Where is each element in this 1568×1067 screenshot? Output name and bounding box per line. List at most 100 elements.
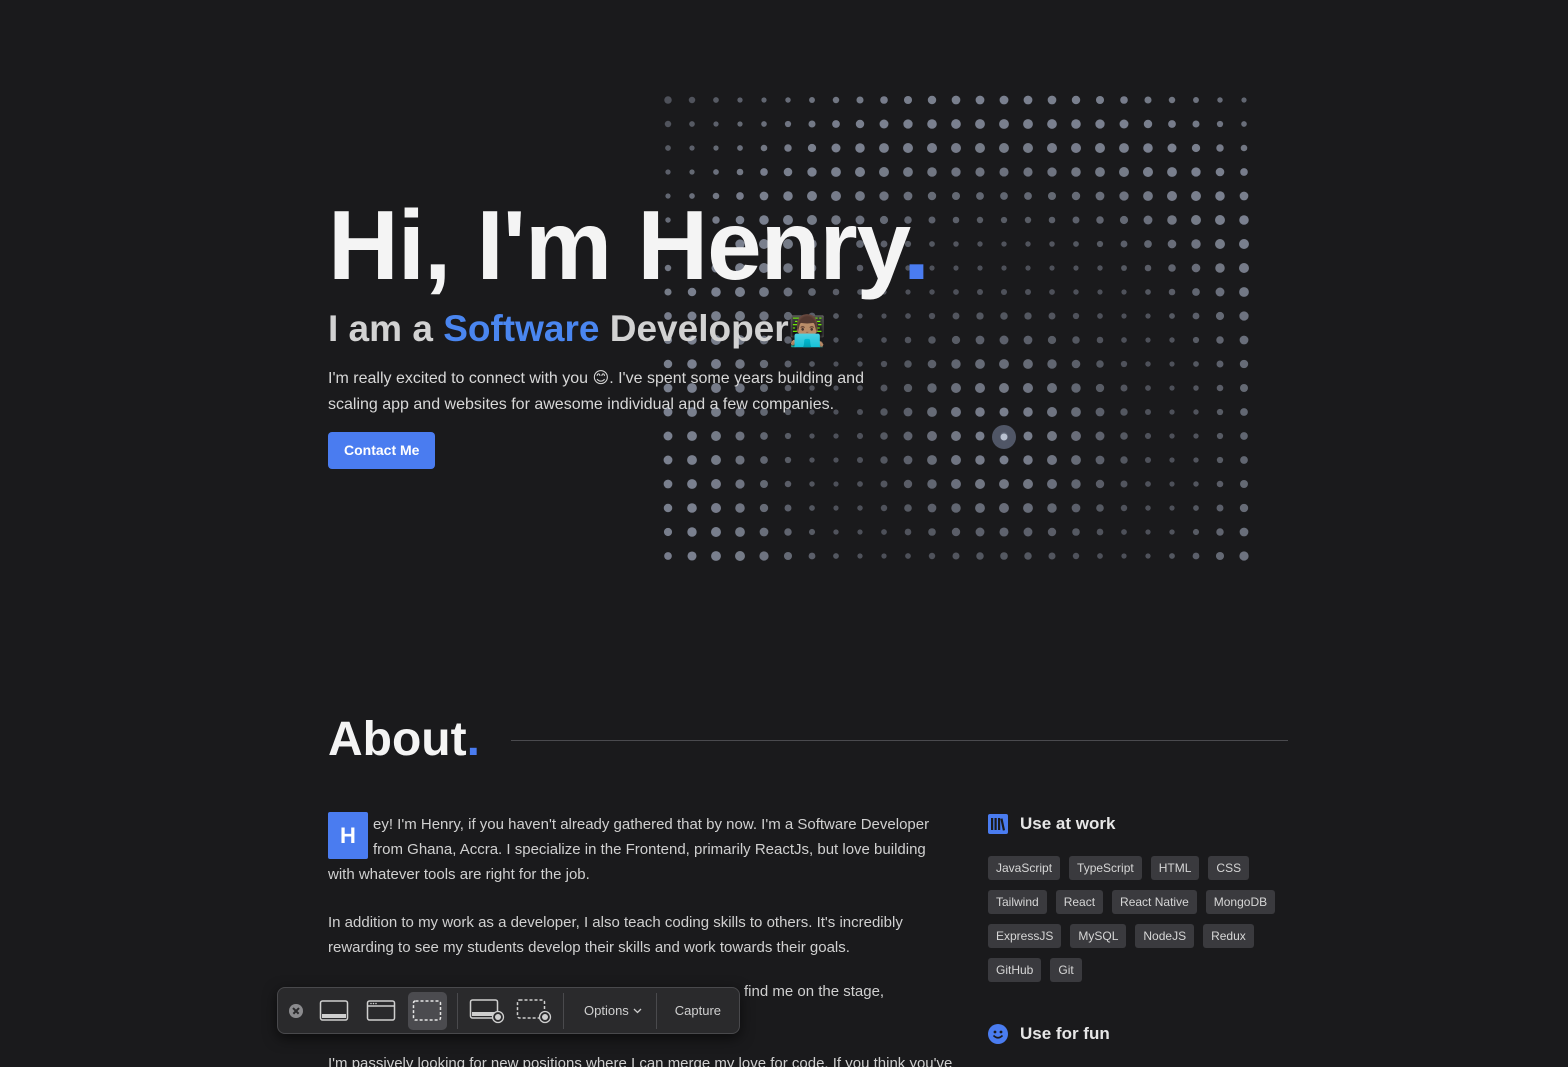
- grid-dot: [1023, 527, 1033, 537]
- dropcap: H: [328, 812, 368, 859]
- grid-dot: [1071, 407, 1081, 417]
- grid-dot: [809, 481, 815, 487]
- capture-selection-button[interactable]: [407, 991, 447, 1030]
- capture-entire-screen-button[interactable]: [315, 992, 354, 1030]
- grid-dot: [1049, 289, 1055, 295]
- grid-dot: [1216, 408, 1224, 416]
- record-selection-button[interactable]: [514, 992, 553, 1030]
- smile-icon: [988, 1024, 1008, 1044]
- capture-window-button[interactable]: [361, 992, 400, 1030]
- grid-dot: [713, 121, 719, 127]
- grid-dot: [663, 527, 673, 537]
- grid-dot: [1239, 527, 1249, 537]
- grid-dot: [1240, 384, 1248, 392]
- grid-dot: [975, 167, 985, 177]
- contact-me-button[interactable]: Contact Me: [328, 432, 436, 469]
- grid-dot: [1143, 191, 1153, 201]
- options-dropdown[interactable]: Options: [570, 1003, 656, 1018]
- record-screen-button[interactable]: [468, 992, 507, 1030]
- grid-dot: [759, 503, 769, 513]
- grid-dot: [1240, 408, 1248, 416]
- grid-dot: [1145, 529, 1151, 535]
- grid-dot: [975, 95, 985, 105]
- hero-description: I'm really excited to connect with you 😊…: [328, 365, 888, 418]
- grid-dot: [737, 97, 743, 103]
- grid-dot: [975, 119, 985, 129]
- grid-dot: [951, 527, 961, 537]
- about-title: About.: [328, 712, 480, 768]
- grid-dot: [663, 479, 673, 489]
- grid-dot: [904, 528, 912, 536]
- grid-dot: [1120, 432, 1128, 440]
- fun-tools-heading-text: Use for fun: [1020, 1024, 1110, 1043]
- grid-dot: [1073, 289, 1079, 295]
- grid-dot: [1023, 143, 1033, 153]
- hero-section: Hi, I'm Henry. I am a Software Developer…: [328, 190, 1048, 469]
- tool-chip: HTML: [1150, 856, 1200, 880]
- grid-dot: [808, 120, 816, 128]
- grid-dot: [1193, 481, 1199, 487]
- grid-dot: [975, 503, 985, 513]
- grid-dot: [1120, 384, 1128, 392]
- grid-dot: [808, 552, 816, 560]
- grid-dot: [1071, 167, 1081, 177]
- grid-dot: [688, 96, 696, 104]
- hero-title-text: Hi, I'm Henry: [328, 190, 904, 300]
- grid-dot: [1191, 167, 1201, 177]
- grid-dot: [1048, 216, 1056, 224]
- grid-dot: [1143, 143, 1153, 153]
- grid-dot: [951, 479, 961, 489]
- grid-dot: [1023, 167, 1033, 177]
- grid-dot: [735, 503, 745, 513]
- close-icon[interactable]: [289, 1003, 303, 1018]
- grid-dot: [1120, 240, 1128, 248]
- grid-dot: [664, 552, 672, 560]
- grid-dot: [1121, 553, 1127, 559]
- grid-dot: [1191, 239, 1201, 249]
- grid-dot: [1097, 313, 1103, 319]
- about-header: About.: [328, 712, 1288, 772]
- grid-dot: [928, 552, 936, 560]
- grid-dot: [665, 169, 671, 175]
- grid-dot: [759, 527, 769, 537]
- grid-dot: [1143, 167, 1153, 177]
- hero-subtitle: I am a Software Developer👨🏽‍💻: [328, 304, 1048, 357]
- grid-dot: [1143, 215, 1153, 225]
- toolbar-separator: [563, 992, 564, 1029]
- grid-dot: [711, 479, 721, 489]
- grid-dot: [1095, 143, 1105, 153]
- grid-dot: [975, 479, 985, 489]
- capture-button[interactable]: Capture: [657, 1003, 739, 1018]
- grid-dot: [1167, 191, 1177, 201]
- grid-dot: [1049, 265, 1055, 271]
- grid-dot: [761, 97, 767, 103]
- subtitle-suffix: Developer: [609, 308, 789, 349]
- grid-dot: [1145, 289, 1151, 295]
- grid-dot: [1049, 241, 1055, 247]
- grid-dot: [1073, 241, 1079, 247]
- tool-chip: React: [1055, 890, 1104, 914]
- grid-dot: [1239, 287, 1249, 297]
- grid-dot: [880, 480, 888, 488]
- grid-dot: [1215, 215, 1225, 225]
- tool-chip: Git: [1050, 958, 1082, 982]
- about-paragraph-3-visible: find me on the stage,: [744, 983, 885, 1000]
- grid-dot: [1047, 431, 1057, 441]
- grid-dot: [808, 528, 816, 536]
- grid-dot: [1192, 336, 1200, 344]
- grid-dot: [1169, 385, 1175, 391]
- grid-dot: [784, 504, 792, 512]
- grid-dot: [1047, 527, 1057, 537]
- grid-dot: [1216, 480, 1224, 488]
- grid-dot: [1145, 385, 1151, 391]
- grid-dot: [1095, 455, 1105, 465]
- grid-dot: [1047, 383, 1057, 393]
- grid-dot: [903, 119, 913, 129]
- grid-dot: [784, 144, 792, 152]
- grid-dot: [1191, 191, 1201, 201]
- grid-dot: [1193, 361, 1199, 367]
- grid-dot: [687, 479, 697, 489]
- grid-dot: [1000, 552, 1008, 560]
- grid-dot: [1239, 263, 1249, 273]
- grid-dot: [1216, 432, 1224, 440]
